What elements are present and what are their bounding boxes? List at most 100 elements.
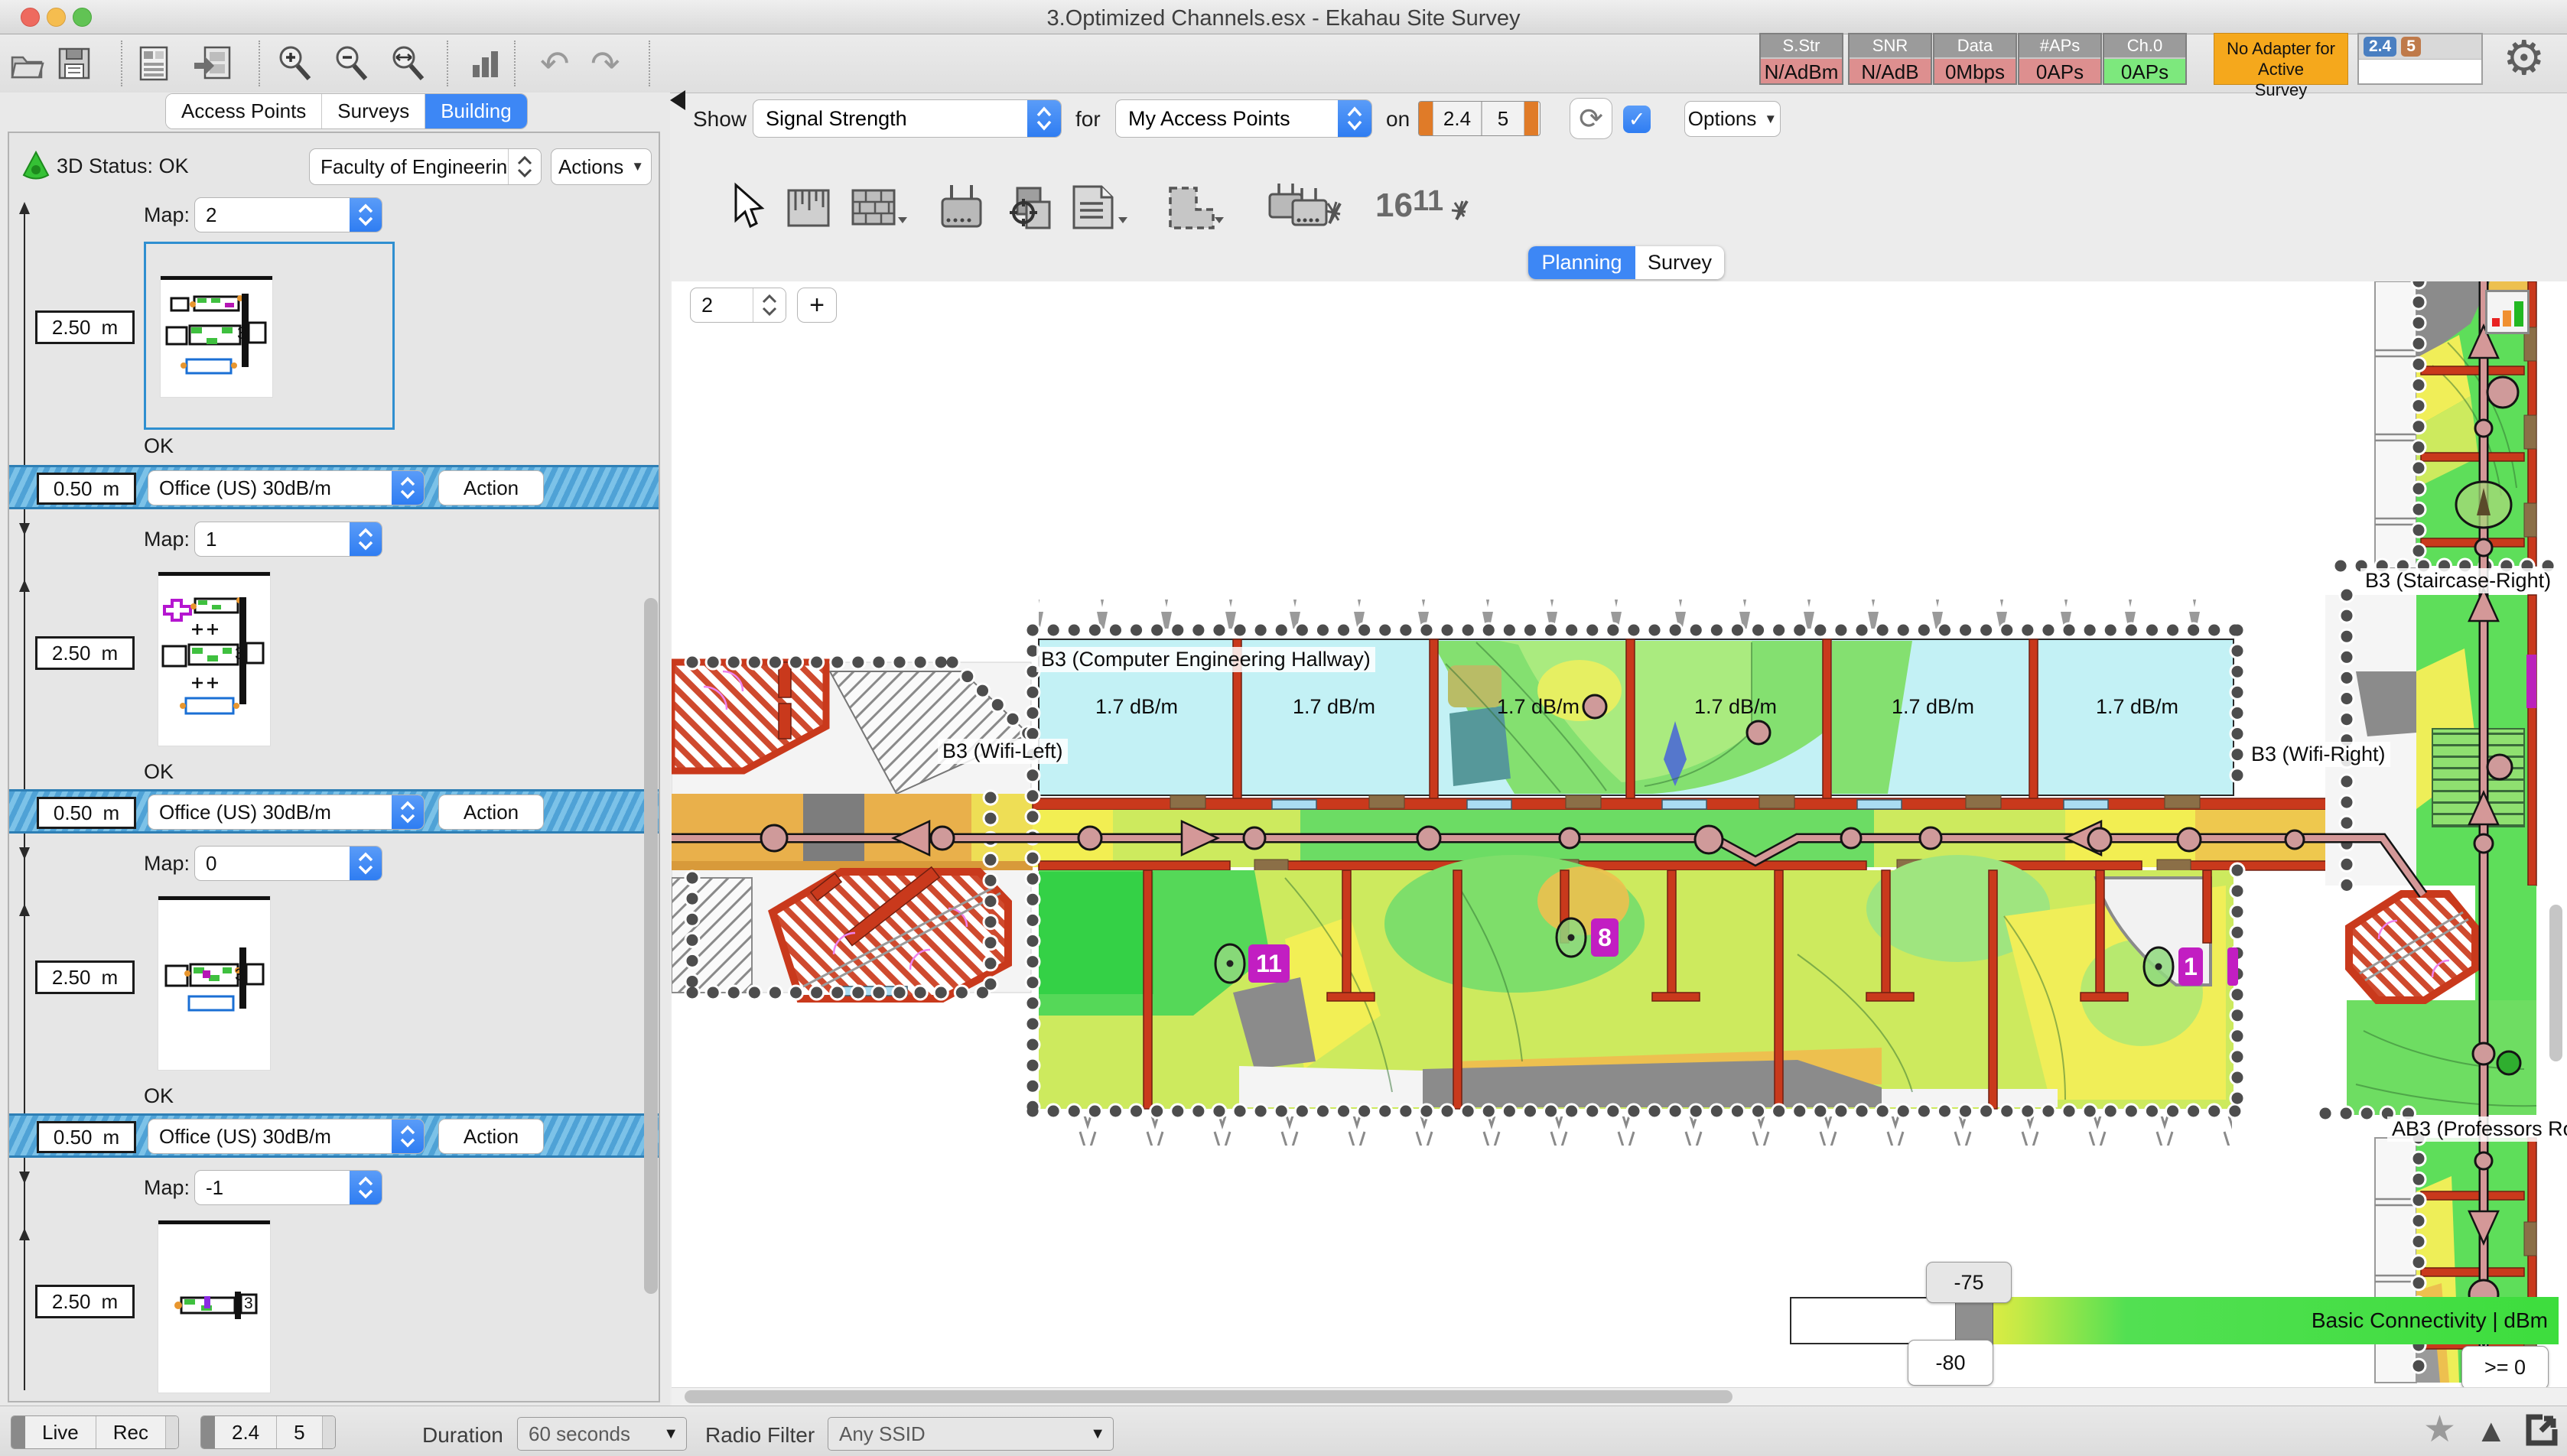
map-0-select[interactable]: 0 [194, 846, 382, 881]
band-5-button[interactable]: 5 [277, 1416, 322, 1448]
building-panel: 3D Status: OK Faculty of Engineering Act… [8, 132, 660, 1402]
floor-height-field[interactable]: 2.50m [35, 310, 135, 344]
tab-survey[interactable]: Survey [1635, 246, 1724, 279]
channel-plan-tool-icon[interactable]: 1611 [1375, 187, 1475, 231]
select-tool-icon[interactable] [728, 182, 765, 231]
gap-action-button[interactable]: Action [438, 470, 544, 505]
floor-status: OK [144, 1084, 174, 1108]
attenuation-label: 1.7 dB/m [1497, 695, 1580, 719]
attenuation-label: 1.7 dB/m [1293, 695, 1375, 719]
export-view-icon[interactable] [193, 42, 233, 85]
building-select-stepper[interactable] [508, 149, 541, 184]
band-toggle: 2.4 5 [1418, 101, 1541, 136]
band-5-chip: 5 [2401, 37, 2421, 57]
room-label-hallway: B3 (Computer Engineering Hallway) [1036, 647, 1375, 672]
live-button[interactable]: Live [25, 1416, 96, 1448]
floor-thumbnail[interactable]: 3 [158, 572, 270, 746]
save-icon[interactable] [57, 42, 92, 85]
floor-thumbnail-selected[interactable]: 3 [144, 242, 395, 430]
undo-icon[interactable]: ↶ [540, 42, 570, 85]
legend-lower-tab[interactable]: -80 [1908, 1340, 1993, 1386]
map-label: Map: [144, 1176, 190, 1200]
visualization-select[interactable]: Signal Strength [753, 99, 1062, 138]
tab-access-points[interactable]: Access Points [166, 94, 322, 128]
status-label: 3D Status: OK [57, 154, 189, 178]
floor-thumbnail[interactable]: 3 [158, 896, 270, 1070]
actions-button[interactable]: Actions▼ [551, 148, 652, 185]
main-toolbar: ↶ ↷ S.Str N/AdBm SNR N/AdB Data 0Mbps #A… [0, 34, 2567, 93]
signal-strength-badge: S.Str N/AdBm [1759, 33, 1843, 85]
ap-scope-select[interactable]: My Access Points [1115, 99, 1372, 138]
ap-channel-badge: 8 [1598, 924, 1612, 951]
toolbar-separator [259, 41, 260, 86]
map-2-select[interactable]: 2 [194, 197, 382, 232]
share-export-icon[interactable] [2523, 1412, 2558, 1451]
map-vscrollbar-thumb[interactable] [2549, 905, 2562, 1061]
gap-profile-select[interactable]: Office (US) 30dB/m [148, 470, 425, 505]
gap-action-button[interactable]: Action [438, 795, 544, 830]
gap-height-field[interactable]: 0.50m [37, 473, 136, 505]
room-label-staircase-right: B3 (Staircase-Right) [2360, 568, 2556, 593]
wall-tool-icon[interactable] [851, 188, 907, 235]
floor-height-field[interactable]: 2.50m [35, 960, 135, 994]
band-2-4-button[interactable]: 2.4 [215, 1416, 277, 1448]
gap-height-field[interactable]: 0.50m [37, 797, 136, 829]
floor-gap-band: 0.50m Office (US) 30dB/m Action [9, 465, 659, 509]
band-5-toggle[interactable]: 5 [1482, 102, 1524, 135]
add-floor-button[interactable]: + [797, 288, 837, 323]
legend-upper-tab[interactable]: -75 [1926, 1262, 2012, 1303]
report-view-icon[interactable] [136, 42, 171, 85]
gap-profile-select[interactable]: Office (US) 30dB/m [148, 1119, 425, 1154]
legend-toggle-icon[interactable] [2485, 290, 2530, 334]
floor-plan-canvas[interactable]: .dot{stroke:#4d4d4d;stroke-width:15;fill… [672, 281, 2567, 1406]
tab-building[interactable]: Building [425, 94, 527, 128]
redo-icon[interactable]: ↷ [591, 42, 620, 85]
refresh-button[interactable]: ⟳ [1570, 98, 1612, 139]
gap-action-button[interactable]: Action [438, 1119, 544, 1154]
expand-panel-icon[interactable]: ▲ [2475, 1412, 2507, 1449]
attenuation-area-tool-icon[interactable] [786, 188, 831, 232]
settings-gear-icon[interactable]: ⚙ [2503, 30, 2546, 86]
floor-height-field[interactable]: 2.50m [35, 1285, 135, 1318]
collapse-sidebar-icon[interactable] [670, 90, 685, 110]
band-2-4-toggle[interactable]: 2.4 [1433, 102, 1482, 135]
note-tool-icon[interactable] [1069, 184, 1129, 235]
floor-spinner[interactable]: 2 [690, 288, 786, 323]
adapter-warning: No Adapter for Active Survey [2214, 33, 2348, 85]
mode-tabs: Planning Survey [1528, 246, 1724, 279]
gap-height-field[interactable]: 0.50m [37, 1121, 136, 1153]
map-minus1-select[interactable]: -1 [194, 1170, 382, 1205]
place-measured-ap-tool-icon[interactable] [1007, 185, 1053, 235]
drag-grip [11, 1416, 25, 1448]
tab-surveys[interactable]: Surveys [322, 94, 425, 128]
zoom-out-icon[interactable] [332, 42, 372, 85]
auto-refresh-checkbox[interactable]: ✓ [1623, 106, 1651, 133]
map-1-select[interactable]: 1 [194, 522, 382, 557]
zoom-fit-icon[interactable] [387, 42, 430, 85]
legend-max-tab[interactable]: >= 0 [2461, 1346, 2549, 1389]
toolbar-separator [121, 41, 122, 86]
map-hscrollbar-thumb[interactable] [685, 1390, 1732, 1403]
chevron-down-icon: ▼ [1090, 1425, 1105, 1443]
ssid-filter-select[interactable]: Any SSID ▼ [828, 1417, 1114, 1451]
favorite-star-icon[interactable]: ★ [2423, 1408, 2456, 1451]
map-hscrollbar-track[interactable] [672, 1387, 2567, 1406]
access-point-tool-icon[interactable] [938, 184, 985, 235]
floor-thumbnail[interactable]: 3 [158, 1220, 270, 1393]
chart-icon[interactable] [468, 42, 503, 85]
map-label: Map: [144, 203, 190, 227]
area-tool-icon[interactable] [1164, 184, 1225, 235]
zoom-in-icon[interactable] [275, 42, 315, 85]
building-select[interactable]: Faculty of Engineering [309, 148, 542, 185]
gap-profile-select[interactable]: Office (US) 30dB/m [148, 795, 425, 830]
delete-aps-tool-icon[interactable] [1262, 182, 1342, 235]
options-button[interactable]: Options▼ [1684, 101, 1781, 137]
tab-planning[interactable]: Planning [1528, 246, 1635, 279]
duration-select[interactable]: 60 seconds ▼ [517, 1417, 687, 1451]
band-toggle-right-edge [1524, 102, 1538, 135]
rec-button[interactable]: Rec [96, 1416, 166, 1448]
floor-height-field[interactable]: 2.50m [35, 636, 135, 670]
open-file-icon[interactable] [8, 42, 46, 85]
attenuation-label: 1.7 dB/m [1694, 695, 1777, 719]
sidebar-scrollbar[interactable] [644, 598, 658, 1294]
